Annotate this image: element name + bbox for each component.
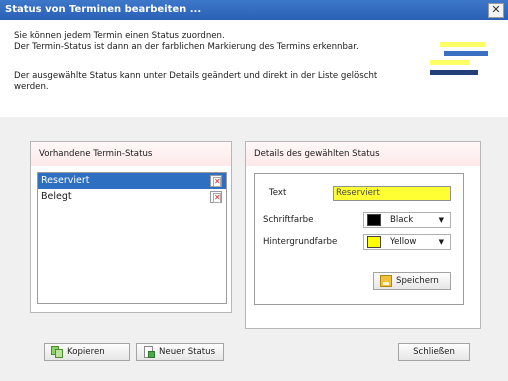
- font-color-select[interactable]: Black ▼: [363, 212, 451, 228]
- chevron-down-icon: ▼: [438, 238, 444, 246]
- font-color-swatch: [367, 214, 381, 226]
- bg-color-swatch: [367, 236, 381, 248]
- window-title: Status von Terminen bearbeiten ...: [5, 4, 202, 15]
- details-panel: Details des gewählten Status Text Reserv…: [245, 141, 481, 329]
- text-label: Text: [269, 188, 287, 198]
- copy-icon: [51, 346, 63, 358]
- new-status-button-label: Neuer Status: [159, 347, 216, 357]
- close-dialog-button[interactable]: Schließen: [398, 343, 470, 361]
- status-text-field[interactable]: Reserviert: [333, 186, 451, 201]
- close-button[interactable]: ✕: [488, 3, 504, 18]
- intro-line-2: Der Termin-Status ist dann an der farbli…: [14, 42, 359, 52]
- bg-color-select[interactable]: Yellow ▼: [363, 234, 451, 250]
- list-item-label: Reserviert: [41, 175, 90, 186]
- status-list[interactable]: Reserviert Belegt: [37, 172, 227, 304]
- status-preview-illustration: [430, 39, 488, 89]
- details-header: Details des gewählten Status: [246, 142, 480, 166]
- status-list-header: Vorhandene Termin-Status: [31, 142, 231, 166]
- font-color-value: Black: [390, 215, 414, 225]
- save-button-label: Speichern: [396, 276, 439, 286]
- delete-icon[interactable]: [210, 191, 222, 203]
- info-header: Sie können jedem Termin einen Status zuo…: [0, 20, 508, 117]
- font-color-label: Schriftfarbe: [263, 215, 314, 225]
- content-area: Vorhandene Termin-Status Reserviert Bele…: [0, 117, 508, 381]
- close-dialog-button-label: Schließen: [413, 347, 455, 357]
- save-icon: [380, 275, 392, 287]
- intro-text: Sie können jedem Termin einen Status zuo…: [14, 31, 414, 53]
- title-bar: Status von Terminen bearbeiten ... ✕: [0, 0, 508, 20]
- new-document-icon: [143, 346, 155, 358]
- intro-line-1: Sie können jedem Termin einen Status zuo…: [14, 31, 225, 41]
- list-item[interactable]: Belegt: [38, 189, 226, 205]
- new-status-button[interactable]: Neuer Status: [136, 343, 224, 361]
- delete-icon[interactable]: [210, 175, 222, 187]
- list-item[interactable]: Reserviert: [38, 173, 226, 189]
- save-button[interactable]: Speichern: [373, 272, 451, 290]
- status-list-panel: Vorhandene Termin-Status Reserviert Bele…: [30, 141, 232, 313]
- bg-color-value: Yellow: [390, 237, 417, 247]
- chevron-down-icon: ▼: [438, 216, 444, 224]
- copy-button-label: Kopieren: [67, 347, 105, 357]
- intro-line-3: Der ausgewählte Status kann unter Detail…: [14, 71, 378, 92]
- list-item-label: Belegt: [41, 191, 72, 202]
- copy-button[interactable]: Kopieren: [44, 343, 130, 361]
- bg-color-label: Hintergrundfarbe: [263, 237, 338, 247]
- details-form: Text Reserviert Schriftfarbe Black ▼ Hin…: [254, 173, 464, 305]
